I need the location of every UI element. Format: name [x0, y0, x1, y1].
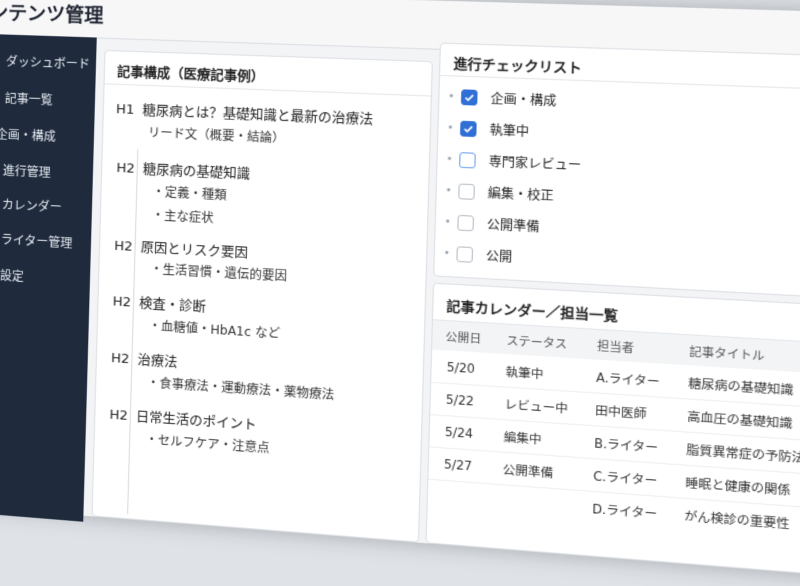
drag-handle-icon[interactable]: • — [448, 91, 455, 103]
heading-text: 日常生活のポイント — [136, 405, 257, 433]
checkbox-unchecked[interactable] — [459, 152, 476, 168]
outline-guide-line — [127, 150, 138, 515]
outline-sub-item: ・定義・種類 — [152, 183, 227, 204]
column-header[interactable]: 公開日 — [445, 328, 481, 347]
table-cell: 5/24 — [445, 425, 473, 442]
table-cell: レビュー中 — [504, 396, 568, 417]
checkbox-unchecked[interactable] — [457, 215, 474, 232]
outline-sub-item: ・血糖値・HbA1c など — [149, 317, 281, 342]
checklist-panel-title: 進行チェックリスト — [453, 52, 582, 76]
drag-handle-icon[interactable]: • — [443, 248, 450, 260]
heading-level: H2 — [112, 294, 139, 311]
heading-text: 糖尿病の基礎知識 — [143, 158, 251, 182]
heading-text: 糖尿病とは？基礎知識と最新の治療法 — [142, 99, 373, 128]
heading-text: 検査・診断 — [139, 292, 206, 315]
sidebar-item-articles[interactable]: 記事一覧 — [0, 85, 53, 112]
heading-level: H2 — [111, 351, 138, 368]
table-cell: 5/27 — [444, 457, 472, 474]
heading-level: H1 — [116, 102, 143, 118]
app-title: ンテンツ管理 — [0, 0, 104, 29]
table-cell: D.ライター — [592, 500, 658, 522]
outline-h2[interactable]: H2 治療法 — [111, 347, 178, 371]
sidebar-item-label: 企画・構成 — [0, 125, 56, 145]
sidebar-item-label: 設定 — [0, 266, 24, 284]
sidebar-item-settings[interactable]: 設定 — [0, 262, 24, 288]
outline-sub-item: ・主な症状 — [152, 206, 214, 226]
checklist-label: 執筆中 — [489, 121, 529, 140]
sidebar-item-dashboard[interactable]: ダッシュボード — [0, 48, 90, 76]
lead-text: リード文（概要・結論） — [148, 124, 285, 147]
outline-h2[interactable]: H2 日常生活のポイント — [109, 403, 257, 433]
sidebar-item-label: ダッシュボード — [6, 52, 91, 72]
table-cell: 田中医師 — [595, 402, 647, 422]
sidebar-item-label: 記事一覧 — [5, 89, 53, 108]
checklist-item[interactable]: • 公開 — [443, 245, 512, 266]
drag-handle-icon[interactable]: • — [447, 122, 454, 134]
sidebar-item-label: ライター管理 — [1, 230, 73, 251]
table-cell: 編集中 — [503, 429, 541, 448]
outline-sub-item: ・セルフケア・注意点 — [145, 430, 270, 456]
checklist-label: 編集・校正 — [488, 184, 554, 205]
checklist-item[interactable]: • 企画・構成 — [448, 88, 557, 110]
heading-text: 治療法 — [137, 349, 177, 371]
sidebar-item-progress[interactable]: 進行管理 — [0, 157, 51, 184]
checklist-item[interactable]: • 編集・校正 — [445, 182, 554, 205]
checklist-label: 公開準備 — [487, 215, 540, 235]
heading-text: 原因とリスク要因 — [140, 236, 248, 261]
app-window: ンテンツ管理 ダッシュボード 記事一覧 企画・構成 進行管理 カレンダー ライタ… — [0, 0, 800, 580]
table-cell[interactable]: 糖尿病の基礎知識 — [688, 375, 794, 399]
sidebar-item-label: 進行管理 — [3, 161, 51, 180]
checklist-item[interactable]: • 公開準備 — [444, 213, 540, 236]
table-cell: 5/20 — [447, 360, 475, 376]
table-cell[interactable]: 脂質異常症の予防法 — [686, 441, 800, 466]
table-cell[interactable]: がん検診の重要性 — [684, 507, 790, 532]
sidebar-item-planning[interactable]: 企画・構成 — [0, 121, 56, 148]
drag-handle-icon[interactable]: • — [444, 216, 451, 228]
table-cell[interactable]: 高血圧の基礎知識 — [687, 408, 793, 432]
outline-sub-item: ・生活習慣・遺伝的要因 — [150, 260, 287, 285]
table-cell: B.ライター — [594, 435, 658, 456]
panel-divider — [105, 83, 431, 96]
sidebar-item-label: カレンダー — [2, 195, 62, 215]
heading-level: H2 — [116, 161, 143, 177]
table-cell: 公開準備 — [502, 461, 553, 482]
outline-panel-title: 記事構成（医療記事例） — [117, 60, 265, 85]
heading-level: H2 — [114, 239, 141, 256]
checklist-label: 企画・構成 — [490, 89, 556, 109]
column-header[interactable]: 担当者 — [597, 337, 634, 356]
table-cell[interactable]: 睡眠と健康の関係 — [685, 474, 791, 499]
table-cell: C.ライター — [593, 468, 658, 490]
checklist-item[interactable]: • 専門家レビュー — [446, 150, 581, 174]
calendar-panel: 記事カレンダー／担当一覧 公開日 ステータス 担当者 記事タイトル 5/20 執… — [425, 283, 800, 578]
checkbox-checked[interactable] — [460, 121, 477, 137]
checklist-label: 専門家レビュー — [488, 152, 581, 174]
heading-level: H2 — [109, 407, 136, 424]
sidebar-item-writers[interactable]: ライター管理 — [0, 226, 73, 255]
outline-sub-item: ・食事療法・運動療法・薬物療法 — [147, 374, 335, 404]
checkbox-unchecked[interactable] — [458, 183, 475, 199]
calendar-panel-title: 記事カレンダー／担当一覧 — [446, 295, 618, 325]
sidebar-item-calendar[interactable]: カレンダー — [0, 191, 62, 219]
checkbox-unchecked[interactable] — [456, 246, 473, 263]
table-cell: 5/22 — [446, 392, 474, 409]
checkbox-checked[interactable] — [461, 89, 478, 105]
outline-h2[interactable]: H2 検査・診断 — [112, 290, 206, 315]
drag-handle-icon[interactable]: • — [446, 154, 453, 166]
sidebar: ダッシュボード 記事一覧 企画・構成 進行管理 カレンダー ライター管理 設定 — [0, 34, 97, 522]
table-cell: A.ライター — [596, 369, 660, 390]
checklist-label: 公開 — [486, 247, 513, 266]
outline-panel: 記事構成（医療記事例） H1 糖尿病とは？基礎知識と最新の治療法 リード文（概要… — [91, 50, 432, 543]
checklist-item[interactable]: • 執筆中 — [447, 119, 529, 140]
table-cell: 執筆中 — [505, 363, 543, 382]
drag-handle-icon[interactable]: • — [445, 185, 452, 197]
checklist-panel: 進行チェックリスト • 企画・構成 • 執筆中 • 専門家レビュー • 編集・校… — [433, 43, 800, 300]
